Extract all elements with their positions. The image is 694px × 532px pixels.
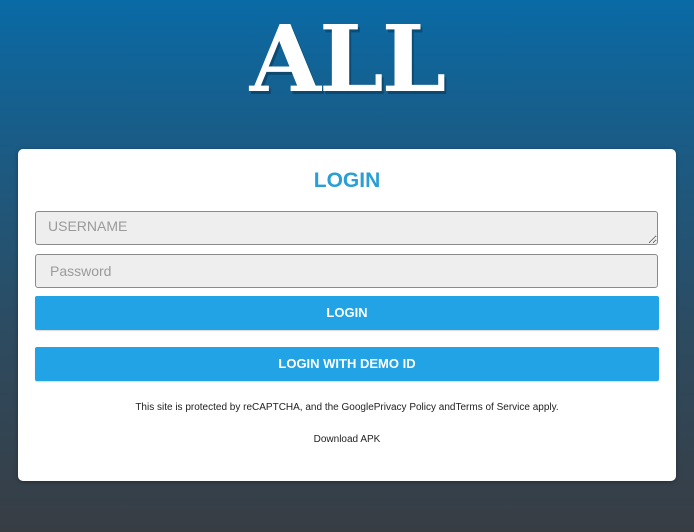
terms-of-service-link[interactable]: Terms of Service — [455, 402, 529, 413]
recaptcha-notice: This site is protected by reCAPTCHA, and… — [18, 401, 676, 415]
login-title: LOGIN — [313, 169, 381, 192]
login-demo-button[interactable]: LOGIN WITH DEMO ID — [35, 347, 659, 381]
brand-logo: ALL — [249, 5, 447, 113]
download-section: Download APK — [18, 433, 676, 447]
username-input[interactable] — [35, 211, 658, 245]
and-text: and — [436, 402, 456, 413]
privacy-policy-link[interactable]: Privacy Policy — [374, 402, 436, 413]
recaptcha-text: This site is protected by reCAPTCHA, and… — [135, 402, 374, 413]
password-input[interactable] — [35, 254, 658, 288]
login-card: LOGIN LOGIN LOGIN WITH DEMO ID This site… — [18, 149, 676, 481]
login-button[interactable]: LOGIN — [35, 296, 659, 330]
apply-text: apply. — [529, 402, 559, 413]
download-apk-link[interactable]: Download APK — [314, 434, 381, 445]
